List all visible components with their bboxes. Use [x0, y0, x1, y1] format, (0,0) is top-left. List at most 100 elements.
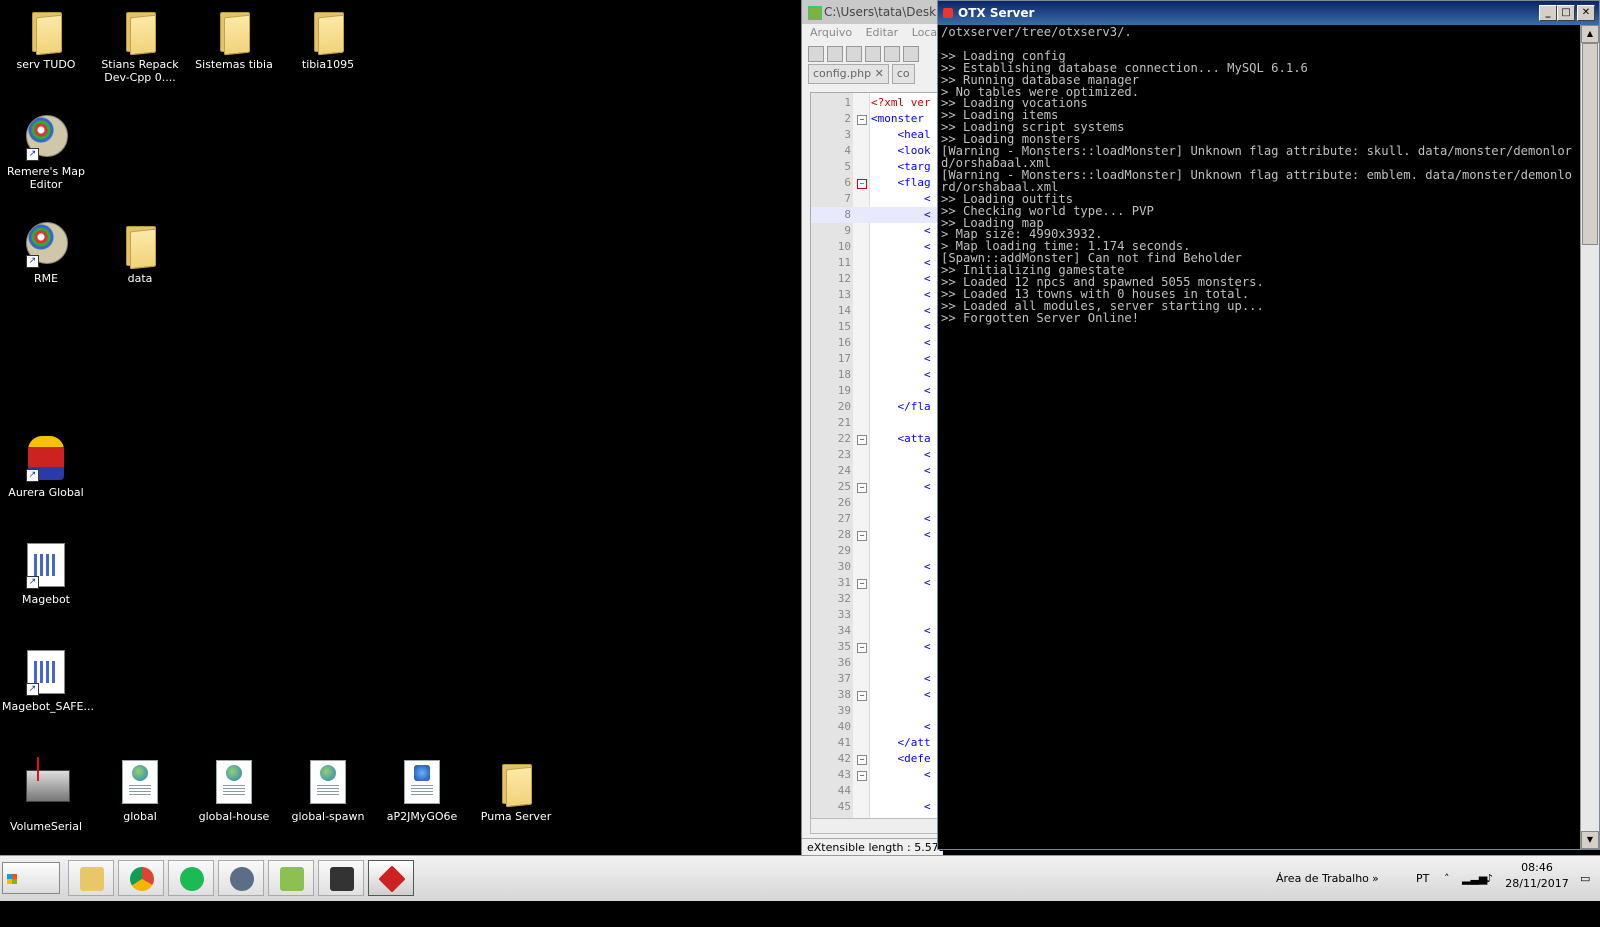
code-line[interactable]: 33: [811, 607, 939, 623]
fold-toggle-icon[interactable]: −: [857, 115, 867, 125]
desktop-icon-data[interactable]: data: [96, 222, 184, 285]
horizontal-scrollbar[interactable]: [810, 818, 940, 834]
language-indicator[interactable]: PT: [1416, 856, 1429, 901]
code-line[interactable]: 14 <: [811, 303, 939, 319]
clock[interactable]: 08:46 28/11/2017: [1502, 860, 1572, 892]
code-line[interactable]: 19 <: [811, 383, 939, 399]
fold-toggle-icon[interactable]: −: [857, 643, 867, 653]
code-line[interactable]: 38 < −: [811, 687, 939, 703]
scroll-thumb[interactable]: [1582, 43, 1598, 245]
code-line[interactable]: 9 <: [811, 223, 939, 239]
code-line[interactable]: 25 < −: [811, 479, 939, 495]
close-icon[interactable]: ✕: [875, 67, 884, 80]
desktop-icon-puma-server[interactable]: Puma Server: [472, 760, 560, 823]
tab-second[interactable]: co: [891, 64, 915, 84]
save-icon[interactable]: [846, 46, 862, 62]
code-line[interactable]: 10 <: [811, 239, 939, 255]
desktop-icon-magebot[interactable]: ↗ Magebot: [2, 543, 90, 606]
code-line[interactable]: 32: [811, 591, 939, 607]
code-line[interactable]: 39: [811, 703, 939, 719]
desktop-icon-magebot-safe[interactable]: ↗ Magebot_SAFE...: [2, 650, 94, 713]
close-file-icon[interactable]: [884, 46, 900, 62]
fold-toggle-icon[interactable]: −: [857, 531, 867, 541]
code-line[interactable]: 36: [811, 655, 939, 671]
scroll-down-icon[interactable]: ▼: [1581, 831, 1599, 849]
code-line[interactable]: 16 <: [811, 335, 939, 351]
start-button[interactable]: Iniciar: [2, 862, 60, 918]
menu-editar[interactable]: Editar: [866, 26, 899, 39]
code-line[interactable]: 28 < −: [811, 527, 939, 543]
desktop-icon-aurera-global[interactable]: ↗ Aurera Global: [2, 436, 90, 499]
code-line[interactable]: 17 <: [811, 351, 939, 367]
code-line[interactable]: 29: [811, 543, 939, 559]
code-line[interactable]: 18 <: [811, 367, 939, 383]
new-file-icon[interactable]: [808, 46, 824, 62]
code-line[interactable]: 1 <?xml ver: [811, 95, 939, 111]
code-line[interactable]: 23 <: [811, 447, 939, 463]
code-line[interactable]: 5 <targ: [811, 159, 939, 175]
fold-toggle-icon[interactable]: −: [857, 755, 867, 765]
code-line[interactable]: 42 <defe −: [811, 751, 939, 767]
show-hidden-icons-icon[interactable]: ˄: [1444, 856, 1450, 901]
network-icon[interactable]: ▂▃▅: [1462, 856, 1487, 901]
editor-window[interactable]: C:\Users\tata\Desk Arquivo Editar Locali…: [801, 0, 943, 856]
taskbar-app[interactable]: [318, 860, 364, 896]
tray-overflow-icon[interactable]: »: [1372, 856, 1379, 901]
fold-toggle-icon[interactable]: −: [857, 579, 867, 589]
code-line[interactable]: 6 <flag −: [811, 175, 939, 191]
show-desktop-icon[interactable]: ▭: [1580, 856, 1590, 901]
desktop-icon-global-house[interactable]: global-house: [190, 760, 278, 823]
taskbar-spotify[interactable]: [168, 860, 214, 896]
taskbar-chrome[interactable]: [118, 860, 164, 896]
code-line[interactable]: 45 <: [811, 799, 939, 815]
code-line[interactable]: 24 <: [811, 463, 939, 479]
code-line[interactable]: 34 <: [811, 623, 939, 639]
tab-config-php[interactable]: config.php ✕: [808, 64, 889, 84]
code-line[interactable]: 37 <: [811, 671, 939, 687]
save-all-icon[interactable]: [865, 46, 881, 62]
code-line[interactable]: 15 <: [811, 319, 939, 335]
code-line[interactable]: 11 <: [811, 255, 939, 271]
desktop-icon-ap2jmygo6e[interactable]: aP2JMyGO6e: [378, 760, 466, 823]
desktop-icon-rme[interactable]: ↗ RME: [2, 222, 90, 285]
code-line[interactable]: 4 <look: [811, 143, 939, 159]
editor-title-bar[interactable]: C:\Users\tata\Desk: [802, 0, 938, 24]
desktop-icon-serv-tudo[interactable]: serv TUDO: [2, 8, 90, 71]
code-line[interactable]: 44: [811, 783, 939, 799]
code-line[interactable]: 2 <monster −: [811, 111, 939, 127]
code-line[interactable]: 7 <: [811, 191, 939, 207]
close-button[interactable]: ✕: [1577, 5, 1595, 21]
print-icon[interactable]: [903, 46, 919, 62]
desktop-icon-global-spawn[interactable]: global-spawn: [284, 760, 372, 823]
vertical-scrollbar[interactable]: ▲ ▼: [1580, 25, 1599, 849]
menu-localizar[interactable]: Localiz: [912, 26, 938, 39]
desktop-icon-remeres-map-editor[interactable]: ↗ Remere's Map Editor: [2, 115, 90, 191]
code-line[interactable]: 20 </fla: [811, 399, 939, 415]
console-title-bar[interactable]: OTX Server _ □ ✕: [938, 1, 1599, 25]
fold-toggle-icon[interactable]: −: [857, 435, 867, 445]
desktop-toolbar-label[interactable]: Área de Trabalho: [1276, 856, 1369, 901]
taskbar-notepadpp[interactable]: [268, 860, 314, 896]
code-line[interactable]: 8 <: [811, 207, 939, 223]
maximize-button[interactable]: □: [1557, 5, 1575, 21]
console-window[interactable]: OTX Server _ □ ✕ /otxserver/tree/otxserv…: [937, 0, 1600, 850]
code-line[interactable]: 35 < −: [811, 639, 939, 655]
menu-arquivo[interactable]: Arquivo: [810, 26, 852, 39]
code-line[interactable]: 13 <: [811, 287, 939, 303]
desktop-icon-volumeserial[interactable]: VolumeSerial: [2, 757, 90, 833]
desktop-icon-stians-repack[interactable]: Stians Repack Dev-Cpp 0....: [96, 8, 184, 84]
open-file-icon[interactable]: [827, 46, 843, 62]
fold-toggle-icon[interactable]: −: [857, 771, 867, 781]
code-line[interactable]: 43 < −: [811, 767, 939, 783]
fold-toggle-icon[interactable]: −: [857, 483, 867, 493]
code-line[interactable]: 31 < −: [811, 575, 939, 591]
code-line[interactable]: 21: [811, 415, 939, 431]
taskbar-otx-server[interactable]: [368, 860, 414, 896]
code-line[interactable]: 3 <heal: [811, 127, 939, 143]
taskbar-teamspeak[interactable]: [218, 860, 264, 896]
code-line[interactable]: 40 <: [811, 719, 939, 735]
desktop-icon-global[interactable]: global: [96, 760, 184, 823]
fold-toggle-icon[interactable]: −: [857, 691, 867, 701]
desktop-icon-sistemas-tibia[interactable]: Sistemas tibia: [190, 8, 278, 71]
code-line[interactable]: 27 <: [811, 511, 939, 527]
